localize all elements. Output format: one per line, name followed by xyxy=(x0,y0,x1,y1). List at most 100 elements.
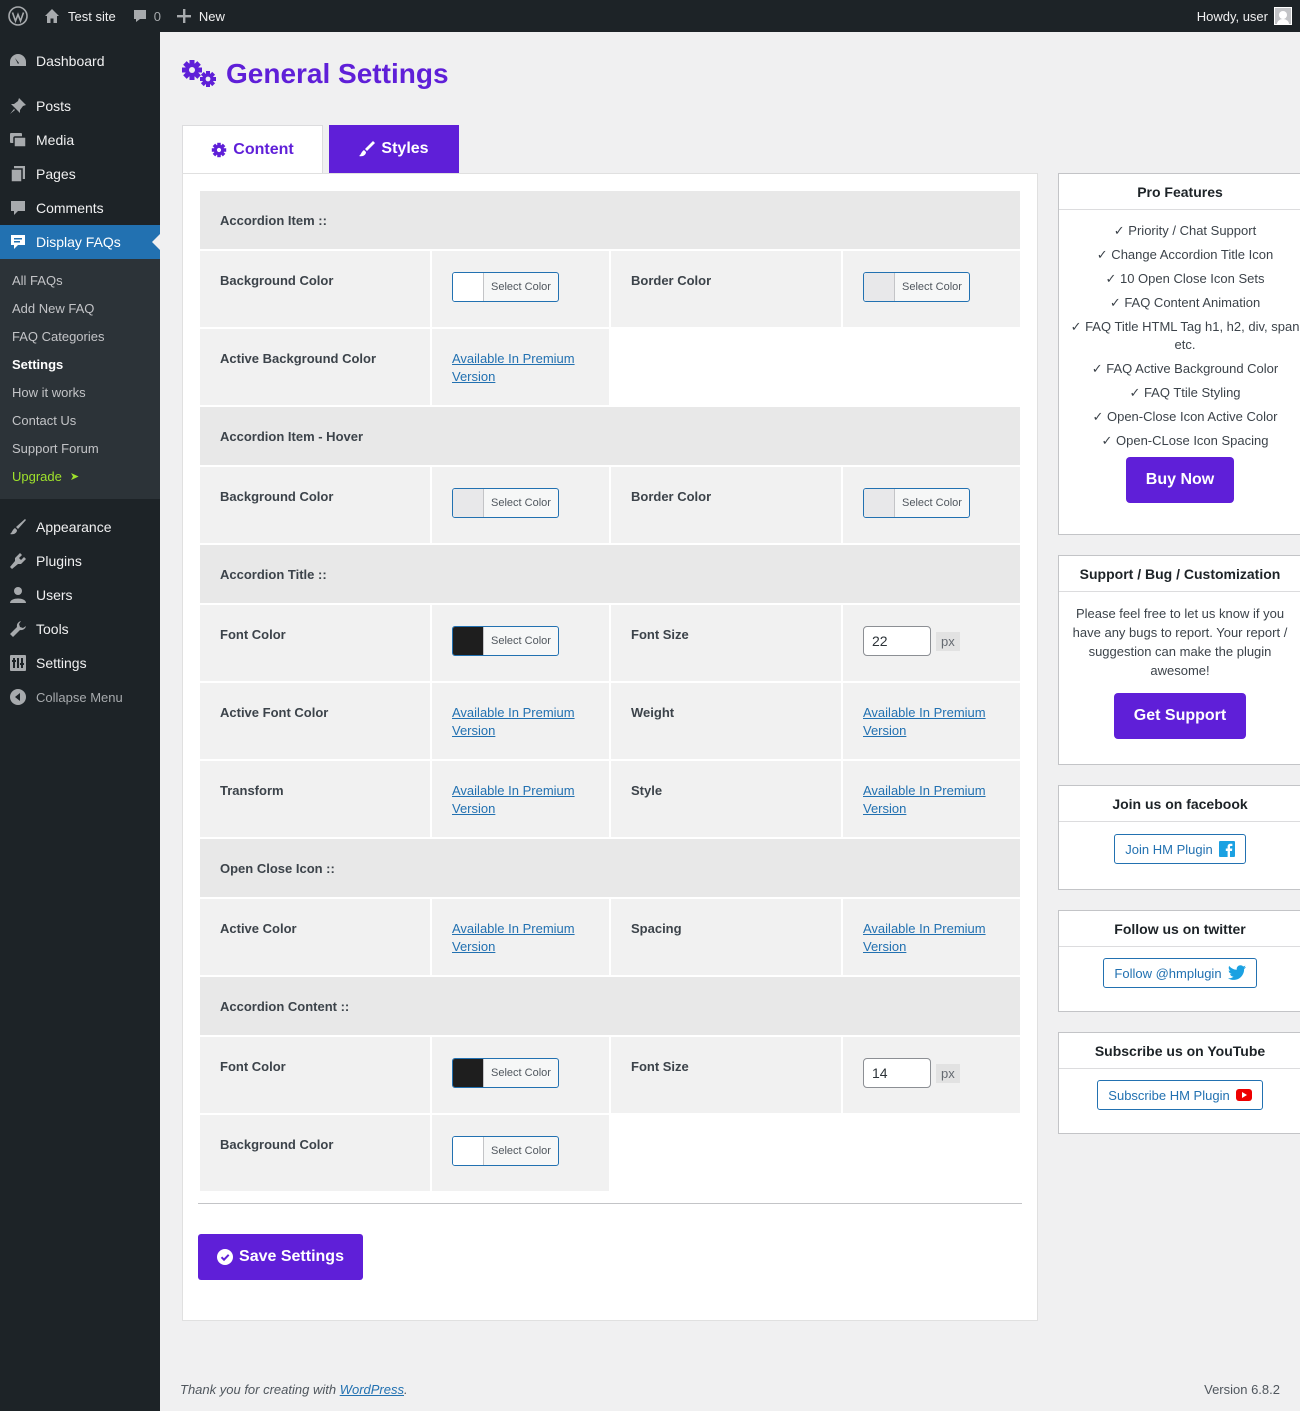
table-row: Active Background Color Available In Pre… xyxy=(200,329,1020,407)
field-value: 22 px xyxy=(843,605,1020,681)
color-swatch xyxy=(453,273,484,301)
menu-tools[interactable]: Tools xyxy=(0,612,160,646)
title-font-size-field: 22 px xyxy=(863,626,960,656)
menu-label: Users xyxy=(36,587,73,603)
field-value: 14 px xyxy=(843,1037,1020,1113)
content-font-size-input[interactable]: 14 xyxy=(863,1058,931,1088)
menu-users[interactable]: Users xyxy=(0,578,160,612)
hover-border-color-picker[interactable]: Select Color xyxy=(863,488,970,518)
comments-count: 0 xyxy=(153,8,161,24)
list-item: ✓ Open-CLose Icon Spacing xyxy=(1101,433,1269,448)
content-bg-color-picker[interactable]: Select Color xyxy=(452,1136,559,1166)
menu-plugins[interactable]: Plugins xyxy=(0,544,160,578)
buy-now-button[interactable]: Buy Now xyxy=(1126,457,1234,503)
table-row: Background Color Select Color Border Col… xyxy=(200,251,1020,329)
empty-cell xyxy=(611,1115,1020,1191)
menu-media[interactable]: Media xyxy=(0,123,160,157)
submenu-add-new-faq[interactable]: Add New FAQ xyxy=(0,294,160,322)
tab-styles[interactable]: Styles xyxy=(329,125,459,173)
subscribe-youtube-button[interactable]: Subscribe HM Plugin xyxy=(1097,1080,1263,1110)
menu-dashboard[interactable]: Dashboard xyxy=(0,44,160,78)
submenu-all-faqs[interactable]: All FAQs xyxy=(0,266,160,294)
comment-icon xyxy=(8,198,28,218)
page-title-text: General Settings xyxy=(226,58,449,89)
follow-twitter-button[interactable]: Follow @hmplugin xyxy=(1103,958,1257,988)
menu-pages[interactable]: Pages xyxy=(0,157,160,191)
pin-icon xyxy=(8,96,28,116)
submenu-contact-us[interactable]: Contact Us xyxy=(0,406,160,434)
wordpress-link[interactable]: WordPress xyxy=(340,1382,404,1397)
section-accordion-item: Accordion Item :: xyxy=(200,191,1020,251)
content-font-color-picker[interactable]: Select Color xyxy=(452,1058,559,1088)
premium-text: Version xyxy=(452,939,496,954)
menu-posts[interactable]: Posts xyxy=(0,89,160,123)
admin-bar: Test site 0 New Howdy, user xyxy=(0,0,1300,32)
submenu-upgrade[interactable]: Upgrade ➤ xyxy=(0,462,160,490)
premium-link[interactable]: Available In Premium Version xyxy=(452,782,589,818)
color-swatch xyxy=(864,273,895,301)
list-item: ✓ Open-Close Icon Active Color xyxy=(1092,409,1278,424)
site-name-link[interactable]: Test site xyxy=(36,0,124,32)
premium-link[interactable]: Available In Premium Version xyxy=(452,704,589,740)
divider xyxy=(198,1203,1022,1204)
list-item: ✓ FAQ Content Animation xyxy=(1109,295,1261,310)
settings-tabs: Content Styles xyxy=(182,125,459,173)
join-facebook-button[interactable]: Join HM Plugin xyxy=(1114,834,1246,864)
premium-link[interactable]: Available In Premium Version xyxy=(452,350,589,386)
menu-settings[interactable]: Settings xyxy=(0,646,160,680)
list-item: ✓ FAQ Active Background Color xyxy=(1091,361,1279,376)
support-box: Support / Bug / Customization Please fee… xyxy=(1058,555,1300,765)
select-color-label: Select Color xyxy=(491,1067,551,1079)
submenu-faq-categories[interactable]: FAQ Categories xyxy=(0,322,160,350)
menu-label: Pages xyxy=(36,166,76,182)
submenu-how-it-works[interactable]: How it works xyxy=(0,378,160,406)
premium-text: Available In Premium xyxy=(452,783,575,798)
twitter-box: Follow us on twitter Follow @hmplugin xyxy=(1058,910,1300,1012)
account-menu[interactable]: Howdy, user xyxy=(1189,0,1300,32)
item-bg-color-picker[interactable]: Select Color xyxy=(452,272,559,302)
premium-link[interactable]: Available In Premium Version xyxy=(863,920,1000,956)
footer-thanks: Thank you for creating with WordPress. xyxy=(180,1382,408,1397)
save-settings-button[interactable]: Save Settings xyxy=(198,1234,363,1280)
menu-label: Appearance xyxy=(36,519,112,535)
field-label: Border Color xyxy=(611,251,843,327)
field-label: Border Color xyxy=(611,467,843,543)
title-font-size-input[interactable]: 22 xyxy=(863,626,931,656)
submenu-settings[interactable]: Settings xyxy=(0,350,160,378)
premium-link[interactable]: Available In Premium Version xyxy=(863,704,1000,740)
collapse-menu-button[interactable]: Collapse Menu xyxy=(0,680,160,714)
premium-link[interactable]: Available In Premium Version xyxy=(863,782,1000,818)
facebook-button-wrap: Join HM Plugin xyxy=(1059,834,1300,864)
menu-display-faqs[interactable]: Display FAQs xyxy=(0,225,160,259)
select-color-label: Select Color xyxy=(491,497,551,509)
premium-text: Available In Premium xyxy=(863,705,986,720)
box-title: Follow us on twitter xyxy=(1059,911,1300,947)
button-label: Subscribe HM Plugin xyxy=(1108,1087,1230,1103)
table-row: Background Color Select Color xyxy=(200,1115,1020,1193)
get-support-button[interactable]: Get Support xyxy=(1114,693,1246,739)
premium-text: Available In Premium xyxy=(452,921,575,936)
tab-label: Styles xyxy=(381,140,429,157)
facebook-box: Join us on facebook Join HM Plugin xyxy=(1058,785,1300,890)
field-label: Font Color xyxy=(200,605,432,681)
faq-submenu: All FAQs Add New FAQ FAQ Categories Sett… xyxy=(0,259,160,499)
content-font-size-field: 14 px xyxy=(863,1058,960,1088)
menu-label: Tools xyxy=(36,621,69,637)
item-border-color-picker[interactable]: Select Color xyxy=(863,272,970,302)
comments-link[interactable]: 0 xyxy=(124,0,169,32)
field-value: Available In Premium Version xyxy=(432,329,611,405)
menu-appearance[interactable]: Appearance xyxy=(0,510,160,544)
premium-link[interactable]: Available In Premium Version xyxy=(452,920,589,956)
wordpress-logo-icon[interactable] xyxy=(0,0,36,32)
table-row: Font Color Select Color Font Size 22 px xyxy=(200,605,1020,683)
title-font-color-picker[interactable]: Select Color xyxy=(452,626,559,656)
submenu-support-forum[interactable]: Support Forum xyxy=(0,434,160,462)
hover-bg-color-picker[interactable]: Select Color xyxy=(452,488,559,518)
menu-comments[interactable]: Comments xyxy=(0,191,160,225)
table-row: Font Color Select Color Font Size 14 px xyxy=(200,1037,1020,1115)
tab-content[interactable]: Content xyxy=(182,125,323,173)
empty-cell xyxy=(611,329,1020,405)
new-content-link[interactable]: New xyxy=(169,0,233,32)
footer-period: . xyxy=(404,1382,408,1397)
table-row: Active Font Color Available In Premium Ve… xyxy=(200,683,1020,761)
